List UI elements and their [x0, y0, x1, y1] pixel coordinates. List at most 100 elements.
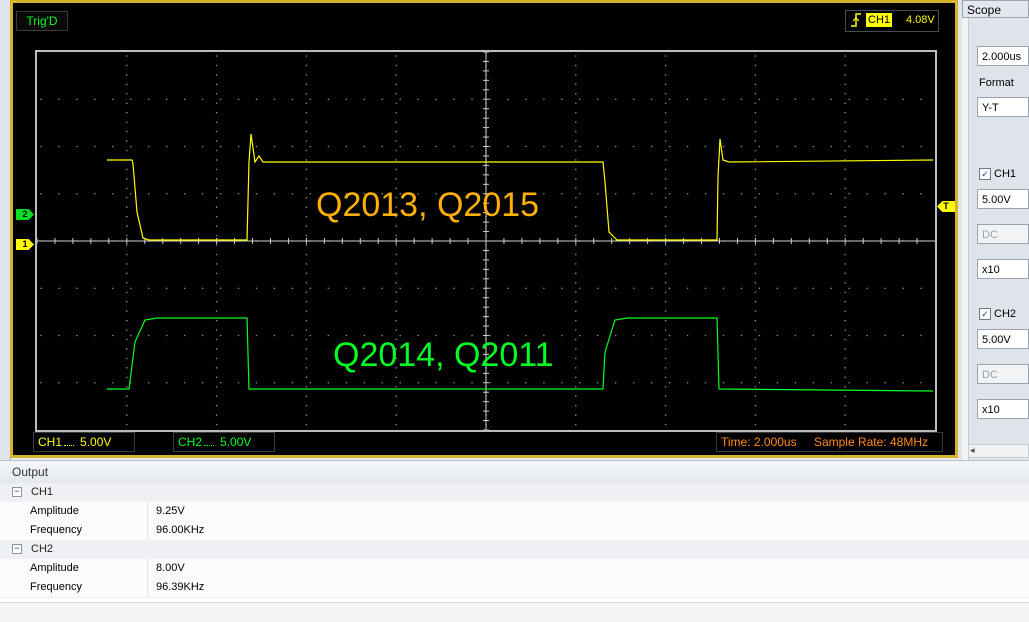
grid-dot — [664, 168, 667, 171]
ch1-probe-select[interactable]: x10 — [977, 259, 1029, 279]
grid-dot — [126, 348, 128, 350]
grid-dot — [305, 300, 308, 303]
ch2-probe-select[interactable]: x10 — [977, 399, 1029, 419]
grid-dot — [126, 244, 128, 246]
ch2-volts-select[interactable]: 5.00V — [977, 329, 1029, 349]
grid-dot — [579, 145, 581, 148]
grid-dot — [844, 93, 846, 95]
grid-dot — [255, 98, 258, 101]
grid-dot — [650, 192, 653, 195]
grid-dot — [866, 287, 868, 290]
grid-dot — [453, 381, 455, 384]
ch1-enable-checkbox[interactable]: ✓ — [979, 168, 991, 180]
grid-dot — [395, 102, 398, 105]
ch1-volts-select[interactable]: 5.00V — [977, 189, 1029, 209]
timebase-select[interactable]: 2.000us — [977, 46, 1029, 66]
grid-dot — [130, 334, 132, 337]
grid-dot — [471, 98, 473, 101]
panel-horizontal-scrollbar[interactable] — [968, 444, 1029, 458]
grid-dot — [668, 192, 671, 195]
grid-dot — [395, 121, 398, 123]
grid-dot — [844, 300, 846, 303]
grid-dot — [664, 234, 667, 237]
grid-dot — [754, 83, 757, 86]
grid-dot — [126, 329, 128, 331]
grid-dot — [126, 187, 128, 190]
output-group-ch1[interactable]: − CH1 — [0, 483, 1029, 502]
grid-dot — [215, 423, 218, 426]
grid-dot — [489, 98, 491, 101]
grid-dot — [722, 145, 725, 148]
grid-dot — [575, 253, 577, 256]
grid-dot — [776, 192, 779, 195]
grid-dot — [754, 234, 757, 237]
grid-dot — [147, 192, 150, 195]
grid-dot — [126, 357, 128, 360]
grid-dot — [273, 381, 276, 384]
ch2-coupling-select[interactable]: DC — [977, 364, 1029, 384]
grid-dot — [920, 98, 922, 101]
grid-dot — [844, 329, 846, 331]
collapse-icon[interactable]: − — [12, 487, 22, 497]
grid-dot — [632, 287, 635, 290]
grid-dot — [668, 334, 671, 337]
grid-dot — [399, 98, 402, 101]
grid-dot — [754, 300, 757, 303]
grid-dot — [664, 178, 667, 180]
grid-dot — [201, 98, 204, 101]
grid-dot — [866, 334, 868, 337]
grid-dot — [686, 98, 689, 101]
grid-dot — [740, 287, 743, 290]
grid-dot — [575, 74, 577, 76]
grid-dot — [305, 64, 308, 67]
grid-dot — [58, 192, 60, 195]
grid-dot — [126, 206, 128, 208]
grid-dot — [754, 423, 757, 426]
output-group-ch2[interactable]: − CH2 — [0, 540, 1029, 559]
grid-dot — [305, 310, 308, 312]
grid-dot — [395, 234, 398, 237]
grid-dot — [575, 64, 577, 67]
grid-dot — [471, 145, 473, 148]
grid-dot — [754, 140, 757, 142]
grid-dot — [58, 145, 60, 148]
grid-dot — [215, 83, 218, 86]
ch2-scale-value: 5.00V — [220, 435, 252, 449]
grid-dot — [722, 98, 725, 101]
grid-dot — [844, 282, 846, 284]
grid-dot — [596, 192, 599, 195]
ch1-frequency-value: 96.00KHz — [156, 524, 205, 536]
panel-scrollbar[interactable] — [962, 0, 969, 460]
grid-dot — [664, 263, 667, 265]
format-select[interactable]: Y-T — [977, 97, 1029, 117]
grid-dot — [579, 287, 581, 290]
grid-dot — [543, 287, 545, 290]
grid-dot — [291, 287, 294, 290]
grid-dot — [112, 145, 114, 148]
grid-dot — [575, 423, 577, 426]
grid-dot — [201, 192, 204, 195]
grid-dot — [575, 121, 577, 123]
collapse-icon[interactable]: − — [12, 544, 22, 554]
grid-dot — [664, 111, 667, 114]
grid-dot — [650, 145, 653, 148]
grid-dot — [126, 300, 128, 303]
grid-dot — [309, 287, 312, 290]
property-name: Amplitude — [30, 562, 79, 574]
grid-dot — [291, 192, 294, 195]
grid-dot — [664, 338, 667, 341]
grid-dot — [575, 319, 577, 322]
grid-dot — [165, 192, 168, 195]
ch1-coupling-select[interactable]: DC — [977, 224, 1029, 244]
grid-dot — [395, 329, 398, 331]
ch2-enable-checkbox[interactable]: ✓ — [979, 308, 991, 320]
grid-dot — [848, 334, 850, 337]
grid-dot — [183, 287, 186, 290]
grid-dot — [305, 74, 308, 76]
grid-dot — [453, 287, 455, 290]
grid-dot — [417, 98, 419, 101]
grid-dot — [305, 282, 308, 284]
grid-dot — [126, 55, 128, 57]
grid-dot — [754, 263, 757, 265]
scroll-left-arrow-icon[interactable]: ◂ — [970, 445, 975, 456]
